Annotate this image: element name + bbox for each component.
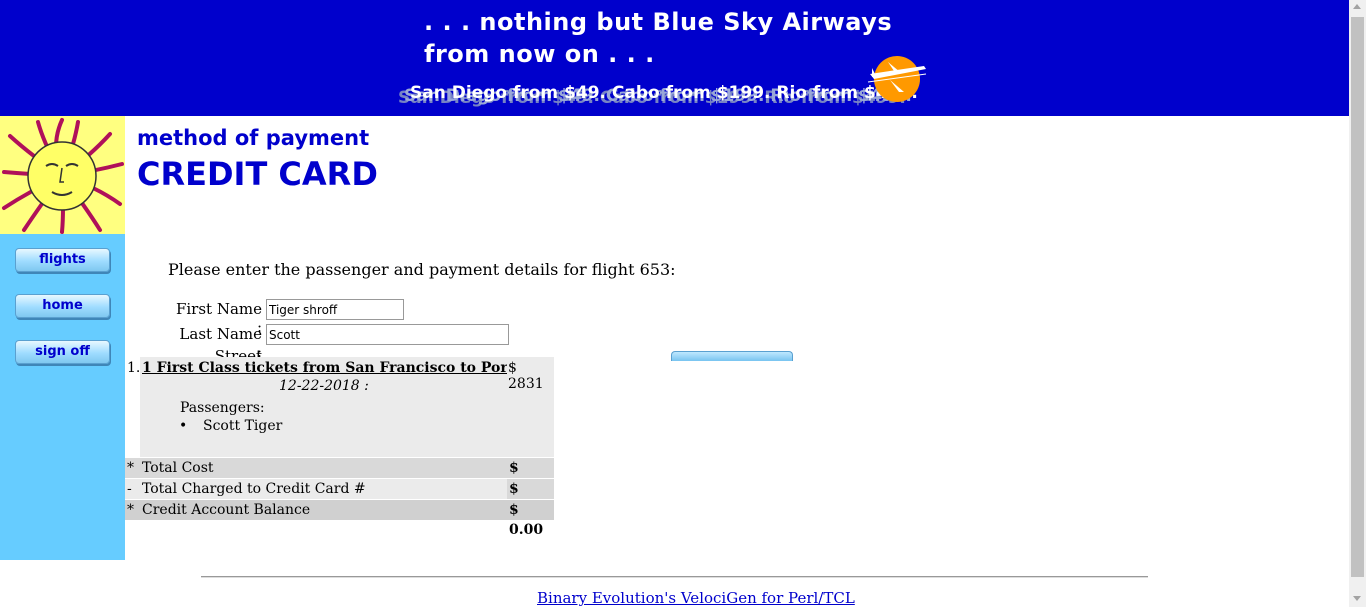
- flights-button[interactable]: flights: [15, 248, 110, 272]
- item-number: 1.: [125, 357, 140, 457]
- page-subtitle: method of payment: [137, 126, 370, 150]
- row-marker: *: [127, 502, 134, 518]
- submit-button[interactable]: [671, 351, 793, 361]
- banner-tagline-1: . . . nothing but Blue Sky Airways: [424, 8, 893, 36]
- banner-promo: San Diego from $49. Cabo from $199. Rio …: [410, 83, 918, 103]
- total-cost-value: $ 2831: [509, 460, 548, 496]
- item-price: $ 2831: [507, 357, 554, 457]
- top-banner: . . . nothing but Blue Sky Airways from …: [0, 0, 1349, 116]
- first-name-field[interactable]: [266, 299, 404, 320]
- row-marker: -: [127, 481, 132, 497]
- row-marker: *: [127, 460, 134, 476]
- home-button[interactable]: home: [15, 294, 110, 318]
- ticket-date: 12-22-2018 :: [279, 378, 369, 394]
- footer-divider: [201, 576, 1148, 578]
- passengers-label: Passengers:: [180, 400, 265, 416]
- scroll-up-arrow-icon[interactable]: [1353, 4, 1361, 9]
- ticket-link[interactable]: 1 First Class tickets from San Francisco…: [142, 360, 553, 376]
- sidebar: flights home sign off: [0, 116, 125, 560]
- credit-balance-label: Credit Account Balance: [142, 502, 311, 518]
- item-description: 1 First Class tickets from San Francisco…: [141, 357, 553, 457]
- banner-tagline-2: from now on . . .: [424, 40, 655, 68]
- footer-link[interactable]: Binary Evolution's VelociGen for Perl/TC…: [537, 589, 855, 607]
- credit-balance-value: $ 0.00: [509, 502, 544, 538]
- order-item-row: 1. 1 First Class tickets from San Franci…: [125, 357, 554, 457]
- sun-face-icon: [2, 118, 124, 234]
- airplane-sun-logo-icon: [867, 56, 927, 102]
- sign-off-button[interactable]: sign off: [15, 340, 110, 364]
- total-charged-row: - Total Charged to Credit Card # $ 2831: [125, 479, 554, 517]
- total-charged-label: Total Charged to Credit Card #: [142, 481, 366, 497]
- form-intro: Please enter the passenger and payment d…: [168, 260, 676, 279]
- street-label: Street: [172, 349, 262, 357]
- total-cost-row: * Total Cost $ 2831: [125, 458, 554, 496]
- total-cost-label: Total Cost: [142, 460, 214, 476]
- scroll-down-arrow-icon[interactable]: [1353, 596, 1361, 601]
- last-name-field[interactable]: [266, 324, 509, 345]
- sun-logo: [0, 116, 125, 234]
- passenger-name: Scott Tiger: [179, 418, 282, 434]
- total-charged-value: $ 2831: [507, 479, 554, 517]
- page-title: CREDIT CARD: [137, 155, 378, 193]
- scrollbar-thumb[interactable]: [1351, 17, 1364, 577]
- credit-balance-row: * Credit Account Balance $ 0.00: [125, 500, 554, 538]
- order-summary: 1. 1 First Class tickets from San Franci…: [125, 357, 554, 538]
